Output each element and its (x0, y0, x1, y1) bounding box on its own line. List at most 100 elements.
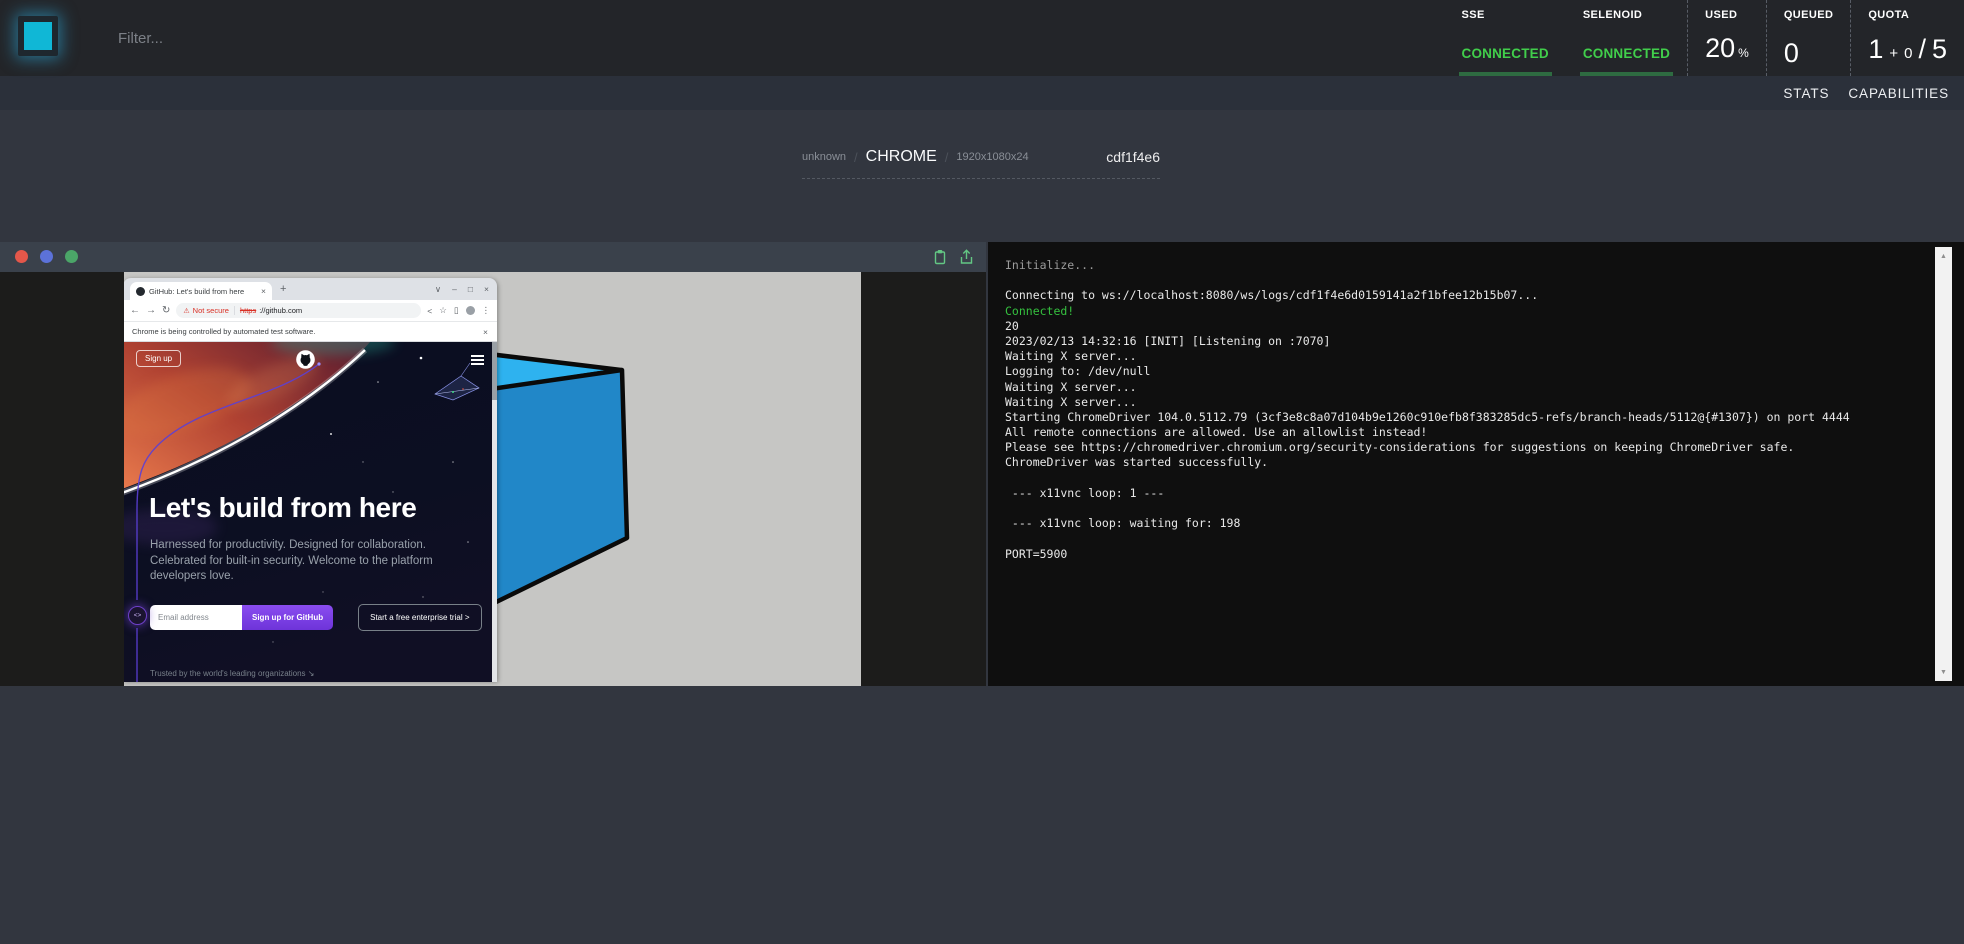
sse-status-badge: CONNECTED (1462, 46, 1549, 61)
sub-nav: STATS CAPABILITIES (0, 76, 1964, 110)
minimize-icon[interactable]: – (452, 284, 457, 294)
session-browser-name: CHROME (866, 148, 937, 166)
status-queued: QUEUED 0 (1766, 0, 1850, 76)
github-page-viewport: Sign up Let's build from here Harnessed … (124, 342, 497, 682)
github-signup-small-button[interactable]: Sign up (136, 350, 181, 367)
github-signup-button[interactable]: Sign up for GitHub (242, 605, 333, 630)
automation-infobar: Chrome is being controlled by automated … (124, 322, 497, 342)
log-line (1005, 531, 1914, 546)
browser-tabstrip: GitHub: Let's build from here × + ∨ – □ … (124, 278, 497, 300)
log-line: All remote connections are allowed. Use … (1005, 425, 1914, 440)
github-cta-row: Email address Sign up for GitHub Start a… (150, 604, 482, 631)
traffic-light-blue-icon[interactable] (40, 250, 53, 263)
new-tab-icon[interactable]: + (280, 283, 286, 295)
log-line: Waiting X server... (1005, 395, 1914, 410)
used-unit: % (1738, 46, 1749, 60)
traffic-light-red-icon[interactable] (15, 250, 28, 263)
quota-label: QUOTA (1868, 9, 1947, 21)
vnc-remote-screen[interactable]: GitHub: Let's build from here × + ∨ – □ … (124, 272, 861, 686)
browser-toolbar: ← → ↻ ⚠ Not secure https ://github.com <… (124, 300, 497, 322)
filter-input[interactable] (116, 18, 480, 58)
log-line: 20 (1005, 319, 1914, 334)
kebab-menu-icon[interactable]: ⋮ (482, 305, 491, 316)
github-favicon-icon (136, 287, 145, 296)
close-icon[interactable]: × (484, 284, 489, 294)
enterprise-trial-button[interactable]: Start a free enterprise trial > (358, 604, 481, 631)
browser-scrollbar[interactable] (492, 342, 497, 682)
remote-browser-window[interactable]: GitHub: Let's build from here × + ∨ – □ … (124, 278, 497, 681)
browser-scrollbar-thumb[interactable] (492, 342, 497, 400)
sse-connected-indicator (1459, 72, 1552, 76)
selenoid-label: SELENOID (1583, 9, 1670, 21)
infobar-close-icon[interactable]: × (483, 327, 488, 337)
log-line (1005, 273, 1914, 288)
log-line: --- x11vnc loop: waiting for: 198 (1005, 516, 1914, 531)
log-line (1005, 471, 1914, 486)
https-struck: https (240, 306, 256, 315)
session-resolution: 1920x1080x24 (956, 151, 1028, 163)
vnc-panel: GitHub: Let's build from here × + ∨ – □ … (0, 242, 986, 686)
back-icon[interactable]: ← (130, 305, 140, 316)
hamburger-menu-icon[interactable] (471, 355, 484, 367)
session-separator: / (945, 150, 949, 165)
tab-title: GitHub: Let's build from here (149, 287, 257, 296)
status-used: USED 20% (1687, 0, 1766, 76)
status-selenoid: SELENOID CONNECTED (1566, 0, 1687, 76)
session-log-panel: Initialize... Connecting to ws://localho… (988, 242, 1964, 686)
maximize-icon[interactable]: □ (468, 284, 473, 294)
browser-tab[interactable]: GitHub: Let's build from here × (130, 282, 272, 300)
selenoid-ui-logo-icon (18, 16, 58, 56)
forward-icon[interactable]: → (146, 305, 156, 316)
scroll-down-icon[interactable]: ▼ (1935, 665, 1952, 679)
infobar-text: Chrome is being controlled by automated … (132, 327, 315, 336)
quota-pending: 0 (1904, 40, 1912, 67)
email-field[interactable]: Email address (150, 605, 242, 630)
upload-icon[interactable] (959, 249, 974, 265)
reload-icon[interactable]: ↻ (162, 305, 170, 316)
log-line: Waiting X server... (1005, 349, 1914, 364)
session-quota-name: unknown (802, 151, 846, 163)
log-line: Initialize... (1005, 258, 1914, 273)
share-icon[interactable]: < (427, 306, 432, 316)
tab-search-icon[interactable]: ∨ (435, 284, 441, 295)
tab-stats[interactable]: STATS (1783, 86, 1829, 101)
status-quota: QUOTA 1+0/5 (1850, 0, 1964, 76)
github-hero-heading: Let's build from here (149, 492, 416, 524)
log-scrollbar[interactable]: ▲ ▼ (1935, 247, 1952, 681)
tab-capabilities[interactable]: CAPABILITIES (1848, 86, 1949, 101)
log-line: Connecting to ws://localhost:8080/ws/log… (1005, 288, 1914, 303)
github-hero-paragraph: Harnessed for productivity. Designed for… (150, 538, 462, 585)
log-line: Starting ChromeDriver 104.0.5112.79 (3cf… (1005, 410, 1914, 425)
status-bar: SSE CONNECTED SELENOID CONNECTED USED 20… (1445, 0, 1964, 76)
quota-plus: + (1889, 40, 1898, 67)
scroll-up-icon[interactable]: ▲ (1935, 249, 1952, 263)
log-line: ChromeDriver was started successfully. (1005, 455, 1914, 470)
profile-avatar[interactable] (466, 306, 475, 315)
side-panel-icon[interactable]: ▯ (454, 305, 459, 316)
toolbar-right-icons: < ☆ ▯ ⋮ (427, 305, 490, 316)
log-line: PORT=5900 (1005, 547, 1914, 562)
code-badge-icon: <> (128, 606, 147, 625)
trusted-text: Trusted by the world's leading organizat… (150, 669, 314, 678)
url-text: ://github.com (259, 306, 302, 315)
address-bar[interactable]: ⚠ Not secure https ://github.com (176, 303, 421, 318)
status-sse: SSE CONNECTED (1445, 0, 1566, 76)
quota-value: 1+0/5 (1868, 36, 1947, 67)
vnc-actions (933, 249, 974, 265)
quota-total: 5 (1932, 36, 1947, 63)
github-logo-icon[interactable] (295, 349, 316, 370)
tab-close-icon[interactable]: × (261, 286, 266, 296)
log-line (1005, 501, 1914, 516)
traffic-light-green-icon[interactable] (65, 250, 78, 263)
log-line: --- x11vnc loop: 1 --- (1005, 486, 1914, 501)
warning-icon: ⚠ (183, 307, 189, 315)
session-id: cdf1f4e6 (1106, 149, 1160, 165)
star-icon[interactable]: ☆ (439, 305, 447, 316)
used-label: USED (1705, 9, 1749, 21)
log-line: 2023/02/13 14:32:16 [INIT] [Listening on… (1005, 334, 1914, 349)
log-line: Waiting X server... (1005, 380, 1914, 395)
selenoid-connected-indicator (1580, 72, 1673, 76)
app-header: SSE CONNECTED SELENOID CONNECTED USED 20… (0, 0, 1964, 76)
clipboard-icon[interactable] (933, 249, 947, 265)
session-row[interactable]: unknown / CHROME / 1920x1080x24 cdf1f4e6 (802, 136, 1160, 179)
